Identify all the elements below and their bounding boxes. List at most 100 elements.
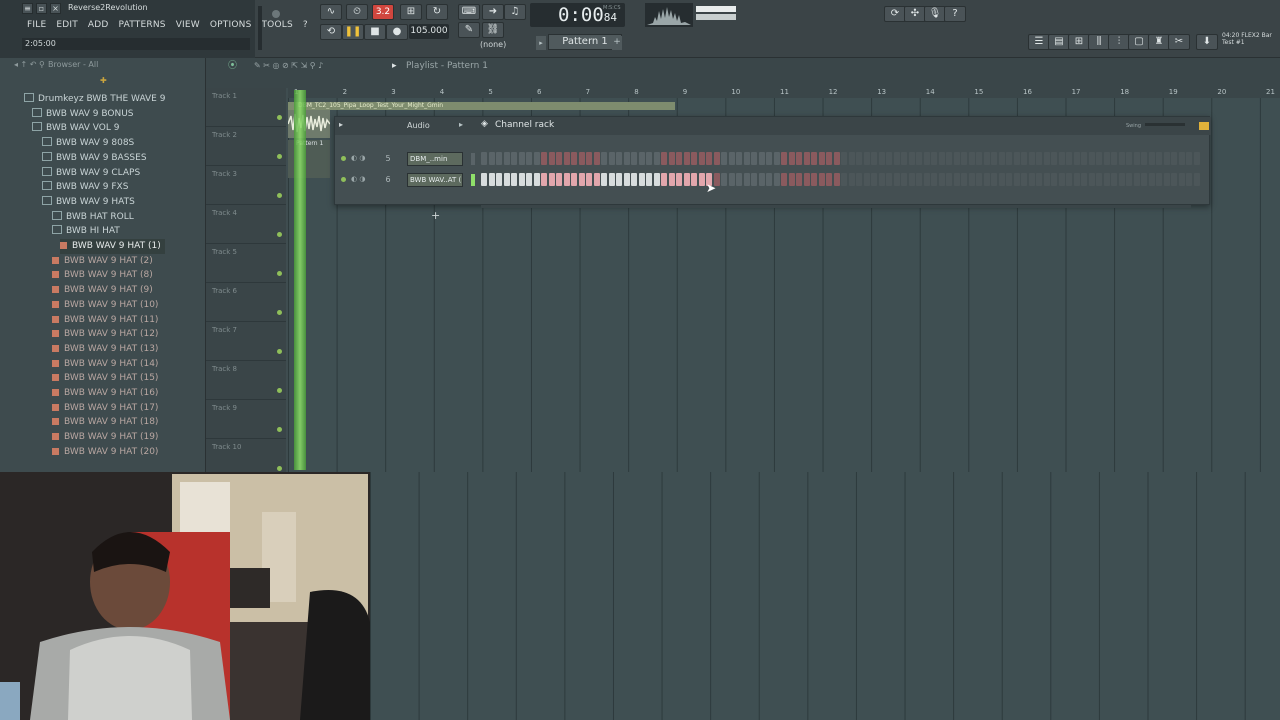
step-button[interactable] [983,173,990,186]
step-button[interactable] [1163,173,1170,186]
step-button[interactable] [893,173,900,186]
step-button[interactable] [976,152,982,165]
step-button[interactable] [518,173,525,186]
link-icon[interactable]: ⛓ [482,22,504,38]
step-button[interactable] [676,173,682,186]
pattern-prev-icon[interactable]: ▸ [536,36,546,50]
step-button[interactable] [593,173,600,186]
step-button[interactable] [901,173,907,186]
channel-rack-icon[interactable]: ⊞ [1068,34,1090,50]
step-button[interactable] [601,173,607,186]
close-icon[interactable]: × [50,3,61,14]
step-button[interactable] [548,173,555,186]
step-button[interactable] [1066,152,1072,165]
step-button[interactable] [938,152,945,165]
step-button[interactable] [946,173,952,186]
step-button[interactable] [526,152,532,165]
browser-folder[interactable]: BWB WAV 9 HATS [42,195,135,210]
step-button[interactable] [578,173,585,186]
step-button[interactable] [1126,152,1132,165]
channel-filter[interactable]: Audio [407,121,430,130]
step-button[interactable] [736,152,742,165]
step-button[interactable] [833,152,840,165]
browser-file[interactable]: BWB WAV 9 HAT (17) [52,401,158,416]
bell-icon[interactable]: ♫ [504,4,526,20]
wave-icon[interactable]: ∿ [320,4,342,20]
step-button[interactable] [1073,173,1080,186]
step-button[interactable] [818,152,825,165]
track-mute-led[interactable] [277,193,282,198]
step-button[interactable] [1133,152,1140,165]
browser-file[interactable]: BWB WAV 9 HAT (18) [52,415,158,430]
playlist-overview[interactable] [206,74,1280,88]
step-button[interactable] [1006,152,1012,165]
step-button[interactable] [496,173,502,186]
step-button[interactable] [481,152,487,165]
browser-folder[interactable]: BWB WAV 9 BONUS [32,107,134,122]
step-button[interactable] [1171,152,1177,165]
track-header[interactable]: Track 8 [206,361,286,400]
step-button[interactable] [668,152,675,165]
step-button[interactable] [878,152,885,165]
step-button[interactable] [916,173,922,186]
loop-record-icon[interactable]: ↻ [426,4,448,20]
step-button[interactable] [1103,173,1110,186]
step-button[interactable] [991,173,997,186]
step-button[interactable] [1036,173,1042,186]
step-button[interactable] [1148,152,1155,165]
step-button[interactable] [556,152,562,165]
step-button[interactable] [1088,173,1095,186]
step-button[interactable] [593,152,600,165]
channel-mute-led[interactable] [341,177,346,182]
step-button[interactable] [923,173,930,186]
rack-arrows-icon[interactable]: ◈ [481,119,488,129]
step-button[interactable] [586,173,592,186]
track-mute-led[interactable] [277,427,282,432]
menu-item-edit[interactable]: EDIT [51,18,83,32]
browser-file[interactable]: BWB WAV 9 HAT (9) [52,283,153,298]
step-button[interactable] [698,173,705,186]
pattern-selector[interactable]: Pattern 1 [548,34,622,50]
step-button[interactable] [751,173,757,186]
step-button[interactable] [556,173,562,186]
step-button[interactable] [953,152,960,165]
master-pitch-knob[interactable] [272,10,280,18]
step-button[interactable] [856,173,862,186]
channel-pan-volume-knobs[interactable]: ◐ ◑ [351,154,365,162]
step-button[interactable] [503,173,510,186]
track-mute-led[interactable] [277,154,282,159]
step-button[interactable] [968,173,975,186]
step-button[interactable] [503,152,510,165]
step-button[interactable] [1171,173,1177,186]
browser-folder[interactable]: BWB WAV 9 CLAPS [42,166,140,181]
browser-folder[interactable]: BWB WAV VOL 9 [32,121,119,136]
menu-item-options[interactable]: OPTIONS [205,18,257,32]
step-button[interactable] [1006,173,1012,186]
master-volume-slider[interactable] [258,6,262,50]
step-button[interactable] [848,152,855,165]
step-button[interactable] [541,152,547,165]
browser-folder[interactable]: BWB WAV 9 808S [42,136,134,151]
song-position-field[interactable]: 2:05:00 [22,38,250,50]
step-button[interactable] [1028,152,1035,165]
tempo-display[interactable]: 105.000 [409,24,449,39]
step-button[interactable] [728,173,735,186]
browser-file[interactable]: BWB WAV 9 HAT (15) [52,371,158,386]
track-header[interactable]: Track 5 [206,244,286,283]
track-header[interactable]: Track 9 [206,400,286,439]
browser-folder[interactable]: BWB HI HAT [52,224,120,239]
step-button[interactable] [1058,152,1065,165]
step-button[interactable] [931,173,937,186]
menu-item-patterns[interactable]: PATTERNS [114,18,171,32]
step-button[interactable] [668,173,675,186]
menu-item-view[interactable]: VIEW [171,18,205,32]
channel-mixer-track[interactable]: 5 [381,152,395,166]
counter-display[interactable]: 3.2 [372,4,394,20]
step-button[interactable] [631,152,637,165]
step-button[interactable] [961,152,967,165]
step-button[interactable] [616,173,622,186]
track-mute-led[interactable] [277,466,282,471]
step-button[interactable] [691,152,697,165]
step-button[interactable] [481,173,487,186]
step-button[interactable] [511,173,517,186]
